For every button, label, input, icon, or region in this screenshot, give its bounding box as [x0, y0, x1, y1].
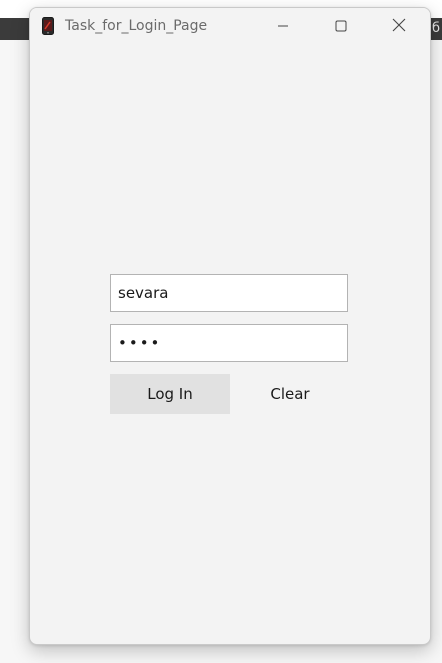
minimize-icon	[277, 17, 289, 36]
phone-icon	[42, 17, 54, 35]
maximize-icon	[335, 17, 347, 36]
minimize-button[interactable]	[260, 8, 306, 44]
title-bar[interactable]: Task_for_Login_Page	[30, 8, 430, 44]
maximize-button[interactable]	[318, 8, 364, 44]
login-button[interactable]: Log In	[110, 374, 230, 414]
username-input[interactable]	[110, 274, 348, 312]
clear-button[interactable]: Clear	[230, 374, 350, 414]
close-button[interactable]	[376, 8, 422, 44]
login-window: Task_for_Login_Page Log In Clear	[29, 7, 431, 645]
password-input[interactable]	[110, 324, 348, 362]
window-title: Task_for_Login_Page	[65, 18, 208, 34]
close-icon	[392, 17, 406, 36]
